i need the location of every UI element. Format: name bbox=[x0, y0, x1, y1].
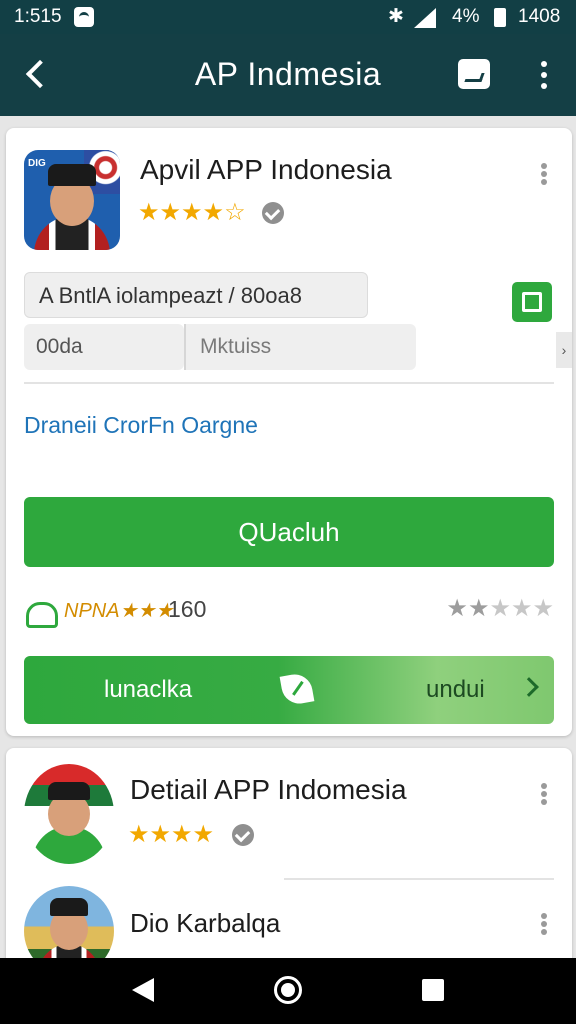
install-button[interactable]: lunaclka undui bbox=[24, 656, 554, 724]
app-avatar[interactable] bbox=[24, 764, 114, 864]
notification-app-icon bbox=[74, 7, 94, 27]
verified-icon bbox=[262, 202, 284, 224]
install-left-label: lunaclka bbox=[104, 676, 193, 703]
status-bar: 1:515 ✱ 4% 1408 bbox=[0, 0, 576, 34]
primary-button[interactable]: QUacluh bbox=[24, 497, 554, 567]
app-name: Apvil APP Indonesia bbox=[140, 154, 392, 185]
chevron-right-icon bbox=[519, 677, 539, 697]
search-field[interactable]: Mktuiss bbox=[184, 324, 416, 370]
more-vert-icon[interactable] bbox=[532, 58, 556, 92]
app-avatar: DIG bbox=[24, 150, 120, 250]
battery-icon bbox=[494, 8, 506, 27]
camera-icon[interactable] bbox=[458, 59, 490, 89]
avatar-peci bbox=[48, 782, 90, 800]
chevron-right-icon[interactable]: › bbox=[556, 332, 572, 368]
rating-stars: ★★★★ bbox=[128, 821, 215, 848]
user-rating-stars[interactable]: ★★★★★ bbox=[446, 594, 554, 623]
sub-item-more-icon[interactable] bbox=[538, 910, 550, 938]
cloud-icon bbox=[24, 598, 58, 628]
avatar-label: DIG bbox=[28, 158, 46, 169]
app-card-main: DIG Apvil APP Indonesia ★★★★☆ A BntlA io… bbox=[6, 128, 572, 736]
leaf-icon bbox=[279, 671, 315, 707]
status-time: 1:515 bbox=[14, 6, 62, 27]
signal-icon bbox=[414, 8, 436, 28]
divider bbox=[24, 382, 554, 384]
card-more-icon[interactable] bbox=[538, 780, 550, 808]
nav-recents-icon[interactable] bbox=[422, 979, 444, 1001]
rating-stars: ★★★★☆ bbox=[138, 199, 246, 226]
install-right-label: undui bbox=[426, 676, 485, 703]
nav-back-icon[interactable] bbox=[132, 978, 154, 1002]
details-link[interactable]: Draneii CrorFn Oargne bbox=[24, 412, 258, 439]
avatar-peci bbox=[48, 164, 96, 186]
bluetooth-icon: ✱ bbox=[388, 6, 404, 27]
rating-tag: NPNA★★★ bbox=[64, 600, 174, 622]
checkbox-icon[interactable] bbox=[512, 282, 552, 322]
divider bbox=[284, 878, 554, 880]
system-nav-bar bbox=[0, 958, 576, 1024]
status-clock-right: 1408 bbox=[518, 6, 561, 27]
app-card-second: Detiail APP Indomesia ★★★★ Dio Karbalqa bbox=[6, 748, 572, 978]
rating-count: 160 bbox=[168, 596, 207, 622]
avatar-peci bbox=[50, 898, 88, 916]
path-field[interactable]: A BntlA iolampeazt / 80oa8 bbox=[24, 272, 368, 318]
app-name: Detiail APP Indomesia bbox=[130, 774, 407, 805]
verified-icon bbox=[232, 824, 254, 846]
app-bar: AP Indmesia bbox=[0, 34, 576, 116]
code-field[interactable]: 00da bbox=[24, 324, 184, 370]
sub-item-name[interactable]: Dio Karbalqa bbox=[130, 908, 280, 939]
rating-row: NPNA★★★ 160 ★★★★★ bbox=[24, 594, 554, 628]
battery-percent: 4% bbox=[452, 6, 480, 27]
nav-home-icon[interactable] bbox=[274, 976, 302, 1004]
card-more-icon[interactable] bbox=[538, 160, 550, 188]
